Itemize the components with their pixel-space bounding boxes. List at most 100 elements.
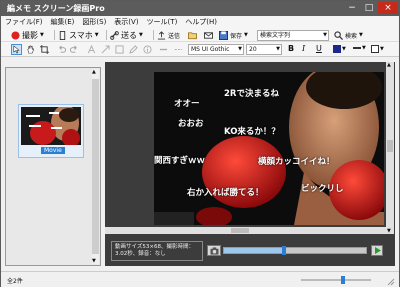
share-button[interactable]: 送信 bbox=[157, 29, 180, 41]
font-size-value: 20 bbox=[249, 46, 257, 53]
window-title: 編メモ スクリーン録画Pro bbox=[7, 4, 105, 13]
mail-icon[interactable] bbox=[204, 31, 213, 40]
scroll-up-icon[interactable]: ▲ bbox=[387, 62, 391, 68]
line-width-picker[interactable]: ▼ bbox=[353, 45, 366, 51]
zoom-slider[interactable] bbox=[301, 276, 371, 284]
search-input[interactable]: 検索文字列 ▼ bbox=[257, 30, 329, 41]
scroll-up-icon[interactable]: ▲ bbox=[92, 69, 96, 75]
preview-scrollbar[interactable]: ▲ ▼ bbox=[386, 62, 394, 234]
thumbnail-label: Movie bbox=[41, 147, 65, 154]
send-button[interactable]: 送る ▼ bbox=[110, 29, 143, 41]
save-icon bbox=[219, 30, 228, 40]
scrollbar-thumb[interactable] bbox=[92, 79, 99, 254]
info-icon[interactable] bbox=[143, 45, 152, 54]
seek-handle[interactable] bbox=[281, 246, 286, 255]
fill-swatch bbox=[371, 45, 379, 53]
redo-icon[interactable] bbox=[70, 45, 79, 54]
arrow-tool-icon[interactable] bbox=[101, 45, 110, 54]
status-bar: 全2件 bbox=[1, 271, 399, 287]
record-button[interactable]: 撮影 ▼ bbox=[11, 29, 44, 41]
scroll-down-icon[interactable]: ▼ bbox=[387, 228, 391, 234]
menu-file[interactable]: ファイル(F) bbox=[1, 16, 47, 27]
info-line: 動画サイズ53×68、撮影時間： bbox=[115, 244, 194, 250]
share-label: 送信 bbox=[168, 32, 181, 40]
hand-icon[interactable] bbox=[26, 45, 35, 54]
minimize-button[interactable]: − bbox=[344, 2, 360, 14]
record-icon bbox=[11, 30, 20, 40]
zoom-handle[interactable] bbox=[341, 276, 345, 284]
caption-text: KO来るか！？ bbox=[224, 127, 280, 137]
crop-icon[interactable] bbox=[40, 45, 49, 54]
text-color-picker[interactable]: ▼ bbox=[333, 45, 346, 53]
chevron-down-icon: ▼ bbox=[342, 46, 346, 52]
chevron-down-icon: ▼ bbox=[244, 32, 248, 38]
thumbnail-panel: Movie ▲ ▼ bbox=[5, 67, 101, 266]
play-button[interactable] bbox=[371, 245, 383, 256]
chevron-down-icon: ▼ bbox=[139, 32, 143, 38]
chevron-down-icon: ▼ bbox=[276, 46, 280, 52]
italic-button[interactable]: I bbox=[302, 44, 305, 53]
font-size-select[interactable]: 20 ▼ bbox=[246, 44, 282, 55]
link-icon bbox=[110, 30, 119, 40]
font-name-select[interactable]: MS UI Gothic ▼ bbox=[188, 44, 244, 55]
toolbar-divider bbox=[54, 30, 55, 40]
send-label: 送る bbox=[121, 30, 137, 40]
toolbar-divider bbox=[106, 30, 107, 40]
menu-tools[interactable]: ツール(T) bbox=[143, 16, 182, 27]
chevron-down-icon: ▼ bbox=[40, 32, 44, 38]
square-tool-icon[interactable] bbox=[115, 45, 124, 54]
chevron-down-icon: ▼ bbox=[94, 32, 99, 38]
info-box: 動画サイズ53×68、撮影時間： 3.02秒、録音：なし bbox=[111, 241, 203, 261]
scrollbar-thumb[interactable] bbox=[387, 140, 393, 152]
caption-text: 右か入れば勝てる！ bbox=[187, 188, 264, 198]
main-toolbar: 撮影 ▼ スマホ ▼ 送る ▼ 送信 保存 ▼ 検索文字列 ▼ 検索 ▼ bbox=[1, 28, 399, 42]
caption-text: ビックリし bbox=[301, 184, 344, 194]
info-line: 3.02秒、録音：なし bbox=[115, 251, 166, 257]
app-window: 編メモ スクリーン録画Pro − □ × ファイル(F) 編集(E) 図形(S) 表示… bbox=[0, 0, 400, 287]
pen-tool-icon[interactable] bbox=[129, 45, 138, 54]
menu-bar: ファイル(F) 編集(E) 図形(S) 表示(V) ツール(T) ヘルプ(H) bbox=[1, 16, 399, 28]
search-icon bbox=[334, 30, 343, 40]
status-text: 全2件 bbox=[7, 278, 23, 285]
color-swatch bbox=[333, 45, 341, 53]
snapshot-button[interactable] bbox=[207, 245, 221, 256]
caption-text: 横顔カッコイイね！ bbox=[258, 157, 335, 167]
scroll-down-icon[interactable]: ▼ bbox=[92, 258, 96, 264]
resize-grip-icon[interactable] bbox=[387, 278, 395, 286]
menu-shape[interactable]: 図形(S) bbox=[78, 16, 110, 27]
record-label: 撮影 bbox=[22, 30, 38, 40]
thumbnail-item[interactable]: Movie bbox=[18, 104, 84, 158]
search-button[interactable]: 検索 ▼ bbox=[334, 29, 363, 41]
folder-icon[interactable] bbox=[188, 31, 197, 40]
smartphone-label: スマホ bbox=[69, 30, 93, 40]
chevron-down-icon: ▼ bbox=[323, 32, 327, 38]
smartphone-button[interactable]: スマホ ▼ bbox=[58, 29, 99, 41]
smartphone-icon bbox=[59, 30, 66, 40]
text-tool-icon[interactable] bbox=[87, 45, 96, 54]
search-placeholder: 検索文字列 bbox=[260, 32, 291, 39]
menu-help[interactable]: ヘルプ(H) bbox=[181, 16, 221, 27]
thumbnail-scrollbar[interactable]: ▲ ▼ bbox=[92, 69, 99, 264]
fill-picker[interactable]: ▼ bbox=[371, 45, 384, 53]
bold-button[interactable]: B bbox=[288, 44, 294, 53]
menu-edit[interactable]: 編集(E) bbox=[47, 16, 79, 27]
scrollbar-thumb[interactable] bbox=[231, 228, 249, 233]
preview-panel: オオー 2Rで決まるね おおお KO来るか！？ 関西すぎｗｗ 横顔カッコイイね！… bbox=[105, 62, 395, 266]
chevron-down-icon: ▼ bbox=[380, 46, 384, 52]
toolbar-divider bbox=[153, 30, 154, 40]
chevron-down-icon: ▼ bbox=[359, 32, 363, 38]
undo-icon[interactable] bbox=[57, 45, 66, 54]
seek-progress bbox=[224, 248, 284, 253]
dash-style-icon[interactable] bbox=[174, 45, 183, 54]
preview-hscrollbar[interactable] bbox=[105, 227, 386, 234]
seek-slider[interactable] bbox=[223, 246, 367, 255]
close-button[interactable]: × bbox=[378, 2, 398, 14]
save-button[interactable]: 保存 ▼ bbox=[219, 29, 248, 41]
pointer-icon[interactable] bbox=[11, 44, 22, 55]
title-bar[interactable]: 編メモ スクリーン録画Pro − □ × bbox=[1, 1, 399, 16]
underline-button[interactable]: U bbox=[316, 44, 322, 53]
line-tool-icon[interactable] bbox=[159, 45, 168, 54]
drawing-toolbar: MS UI Gothic ▼ 20 ▼ B I U ▼ ▼ ▼ bbox=[1, 42, 399, 57]
maximize-button[interactable]: □ bbox=[361, 2, 377, 14]
menu-view[interactable]: 表示(V) bbox=[110, 16, 142, 27]
